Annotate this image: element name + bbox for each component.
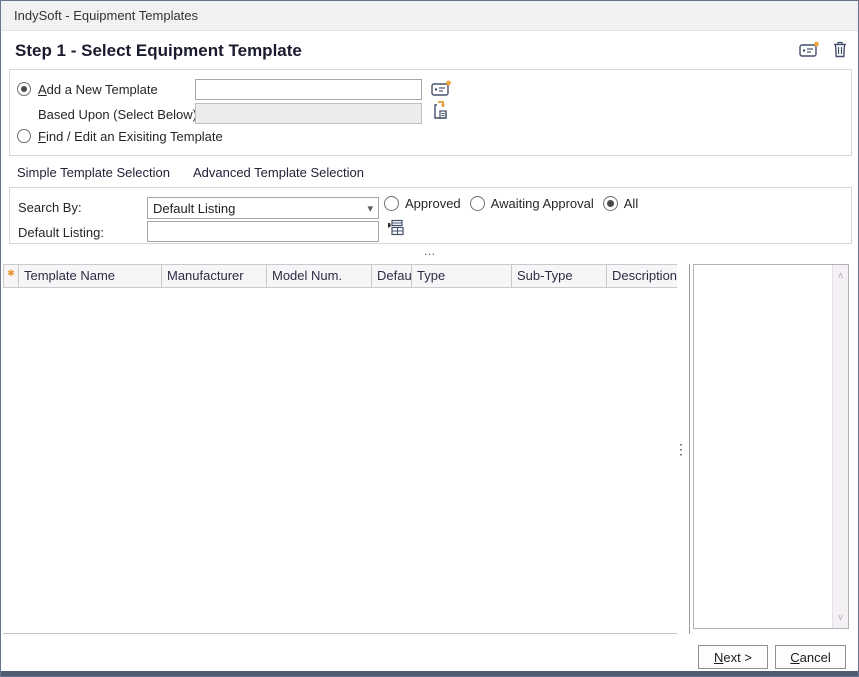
- chevron-down-icon: ▾: [367, 202, 373, 215]
- description-preview-panel: ∧ ∨: [693, 264, 849, 629]
- find-edit-template-label[interactable]: Find / Edit an Exisiting Template: [38, 129, 223, 144]
- column-header-type[interactable]: Type: [412, 265, 512, 287]
- approval-option-approved[interactable]: Approved: [384, 196, 461, 211]
- search-by-select[interactable]: Default Listing ▾: [147, 197, 379, 219]
- column-header-sub-type[interactable]: Sub-Type: [512, 265, 607, 287]
- default-listing-label: Default Listing:: [18, 225, 104, 240]
- vertical-splitter-handle[interactable]: ⋮: [674, 439, 686, 461]
- tag-new-icon[interactable]: [431, 80, 452, 102]
- column-header-template-name[interactable]: Template Name: [19, 265, 162, 287]
- window-title: IndySoft - Equipment Templates: [14, 8, 198, 23]
- column-header-default[interactable]: Defaul: [372, 265, 412, 287]
- window-bottom-accent-bar: [1, 671, 858, 676]
- column-header-description[interactable]: Description: [607, 265, 677, 287]
- column-header-manufacturer[interactable]: Manufacturer: [162, 265, 267, 287]
- all-radio[interactable]: [603, 196, 618, 211]
- preview-scrollbar[interactable]: ∧ ∨: [832, 265, 848, 628]
- scroll-up-icon[interactable]: ∧: [837, 265, 844, 286]
- results-table-body[interactable]: [3, 288, 677, 634]
- page-title: Step 1 - Select Equipment Template: [15, 41, 302, 61]
- tab-simple-template-selection[interactable]: Simple Template Selection: [9, 161, 178, 190]
- star-icon: ✱: [7, 268, 15, 278]
- delete-template-button[interactable]: [833, 41, 847, 61]
- tag-new-icon: [799, 41, 820, 61]
- horizontal-splitter-handle[interactable]: …: [1, 246, 858, 256]
- vertical-dots-grip-icon: ⋮: [674, 441, 688, 457]
- template-selection-tabs: Simple Template Selection Advanced Templ…: [9, 161, 372, 190]
- add-new-template-label[interactable]: Add a New Template: [38, 82, 158, 97]
- find-edit-template-radio[interactable]: [17, 129, 31, 143]
- simple-search-panel: Search By: Default Listing ▾ Approved Aw…: [9, 187, 852, 244]
- all-label: All: [624, 196, 638, 211]
- approval-filter-group: Approved Awaiting Approval All: [384, 196, 638, 211]
- approval-option-awaiting[interactable]: Awaiting Approval: [470, 196, 594, 211]
- paste-clipboard-icon[interactable]: [433, 101, 449, 125]
- awaiting-approval-radio[interactable]: [470, 196, 485, 211]
- window-titlebar[interactable]: IndySoft - Equipment Templates: [1, 1, 858, 31]
- based-upon-label: Based Upon (Select Below):: [38, 107, 201, 122]
- ellipsis-grip-icon: …: [424, 244, 436, 258]
- add-new-template-radio[interactable]: [17, 82, 31, 96]
- new-template-name-input[interactable]: [195, 79, 422, 100]
- approval-option-all[interactable]: All: [603, 196, 638, 211]
- awaiting-approval-label: Awaiting Approval: [491, 196, 594, 211]
- approved-radio[interactable]: [384, 196, 399, 211]
- scroll-down-icon[interactable]: ∨: [837, 607, 844, 628]
- template-choice-group: Add a New Template Based Upon (Select Be…: [9, 69, 852, 156]
- column-header-model-num[interactable]: Model Num.: [267, 265, 372, 287]
- results-table-header: ✱ Template Name Manufacturer Model Num. …: [3, 264, 677, 288]
- cancel-button[interactable]: Cancel: [775, 645, 846, 669]
- next-button[interactable]: Next >: [698, 645, 768, 669]
- listing-picker-icon[interactable]: [387, 219, 404, 241]
- panel-divider: [689, 264, 690, 634]
- new-template-tag-button[interactable]: [799, 41, 820, 61]
- search-by-value: Default Listing: [153, 201, 235, 216]
- trash-icon: [833, 41, 847, 61]
- search-by-label: Search By:: [18, 200, 82, 215]
- based-upon-input: [195, 103, 422, 124]
- header-toolbar: [799, 41, 847, 61]
- equipment-templates-window: IndySoft - Equipment Templates Step 1 - …: [0, 0, 859, 677]
- default-listing-input[interactable]: [147, 221, 379, 242]
- approved-label: Approved: [405, 196, 461, 211]
- required-indicator-column: ✱: [4, 265, 19, 287]
- tab-advanced-template-selection[interactable]: Advanced Template Selection: [185, 161, 372, 190]
